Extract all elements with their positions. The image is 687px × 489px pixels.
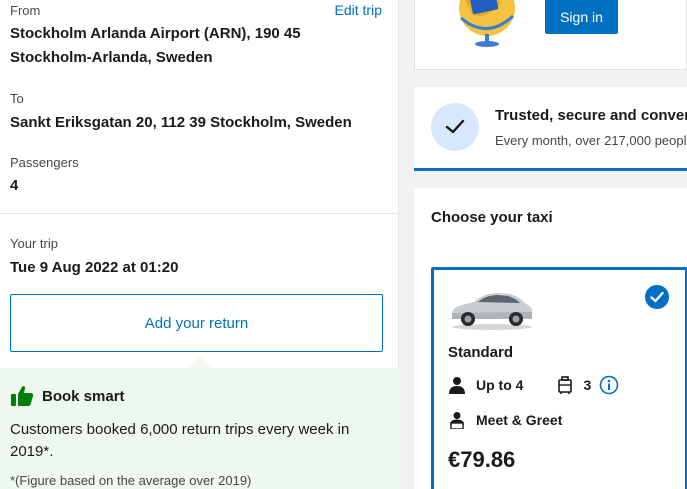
car-image <box>452 293 532 330</box>
from-address: Stockholm Arlanda Airport (ARN), 190 45 … <box>10 22 301 70</box>
add-return-button[interactable]: Add your return <box>10 294 383 352</box>
taxi-option-standard[interactable]: Standard Up to 4 3 Meet & Greet €79.86 <box>431 267 687 489</box>
passenger-capacity: Up to 4 <box>476 377 524 393</box>
edit-trip-link[interactable]: Edit trip <box>335 2 382 18</box>
selected-check-icon <box>645 285 669 309</box>
your-trip-label: Your trip <box>10 236 58 251</box>
person-icon <box>449 377 465 394</box>
passengers-label: Passengers <box>10 155 79 170</box>
trip-summary-panel: From Edit trip Stockholm Arlanda Airport… <box>0 0 399 489</box>
trust-check-badge <box>431 103 479 151</box>
from-address-line1: Stockholm Arlanda Airport (ARN), 190 45 <box>10 25 301 42</box>
globe-icon <box>459 0 515 47</box>
meet-greet-label: Meet & Greet <box>476 412 563 428</box>
meet-greet-row: Meet & Greet <box>448 411 562 429</box>
divider <box>0 213 399 214</box>
from-address-line2: Stockholm-Arlanda, Sweden <box>10 49 213 66</box>
capacity-row: Up to 4 3 <box>448 375 629 395</box>
from-label: From <box>10 3 41 18</box>
your-trip-datetime: Tue 9 Aug 2022 at 01:20 <box>10 259 179 276</box>
check-icon <box>445 119 465 134</box>
thumbs-up-icon <box>11 386 34 406</box>
luggage-capacity: 3 <box>583 377 592 393</box>
book-smart-text: Customers booked 6,000 return trips ever… <box>10 421 350 460</box>
signin-button[interactable]: Sign in <box>545 0 618 34</box>
trust-title: Trusted, secure and convenient <box>495 107 687 124</box>
to-address: Sankt Eriksgatan 20, 112 39 Stockholm, S… <box>10 114 352 131</box>
meet-greet-icon <box>450 412 464 429</box>
callout-pointer <box>189 357 211 368</box>
choose-taxi-heading: Choose your taxi <box>431 209 553 226</box>
signin-card: Sign in <box>414 0 687 70</box>
luggage-icon <box>558 376 573 394</box>
trust-banner: Trusted, secure and convenient Every mon… <box>414 87 687 171</box>
trust-subtitle: Every month, over 217,000 people <box>495 133 687 148</box>
to-label: To <box>10 91 24 106</box>
info-icon[interactable] <box>599 375 619 395</box>
taxi-price: €79.86 <box>448 447 516 472</box>
book-smart-banner: Book smart Customers booked 6,000 return… <box>0 368 399 489</box>
passengers-value: 4 <box>10 177 19 194</box>
taxi-selection-section: Choose your taxi Standard Up to 4 3 Meet… <box>414 188 687 489</box>
taxi-type-name: Standard <box>448 344 514 361</box>
book-smart-title: Book smart <box>42 388 125 405</box>
book-smart-footnote: *(Figure based on the average over 2019) <box>10 473 252 488</box>
